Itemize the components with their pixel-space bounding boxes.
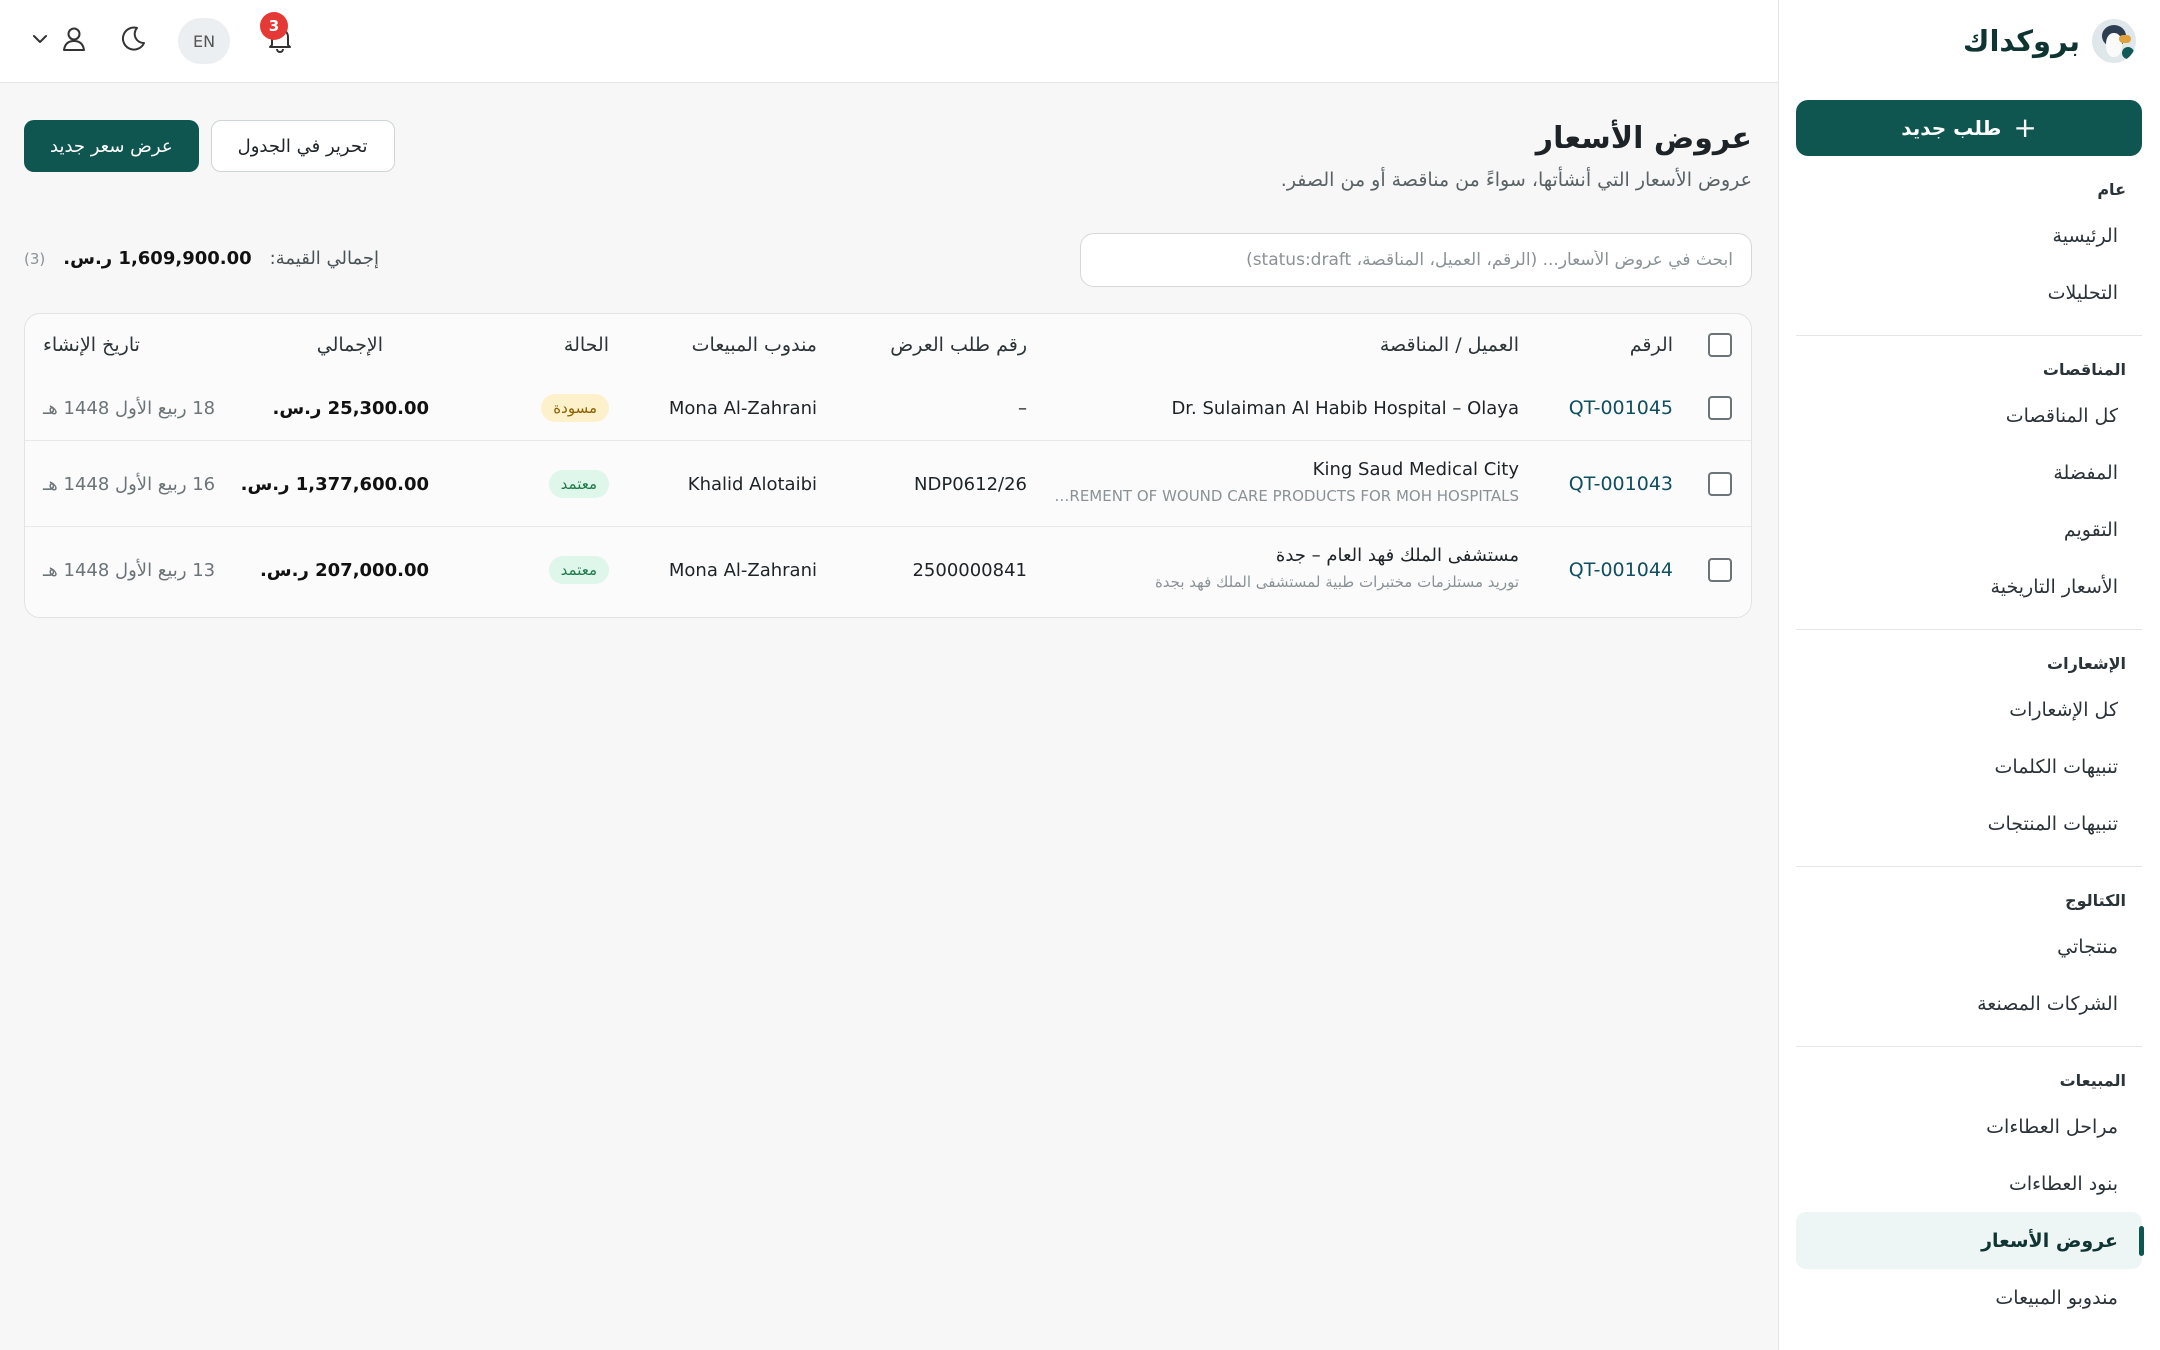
sidebar-item-sales-reps[interactable]: مندوبو المبيعات [1796, 1269, 2142, 1326]
sidebar-nav: عام الرئيسية التحليلات المناقصات كل المن… [1796, 170, 2144, 1350]
nav-section-title: المبيعات [2059, 1071, 2126, 1090]
column-header-number[interactable]: الرقم [1630, 314, 1673, 376]
column-header-total[interactable]: الإجمالي [317, 314, 383, 376]
sidebar-item-bid-items[interactable]: بنود العطاءات [1796, 1155, 2142, 1212]
sidebar-item-bid-stages[interactable]: مراحل العطاءات [1796, 1098, 2142, 1155]
main-content: عروض الأسعار عروض الأسعار التي أنشأتها، … [0, 83, 1778, 1350]
sidebar: بروكداك + طلب جديد عام الرئيسية التحليلا… [1778, 0, 2160, 1350]
sidebar-item-my-products[interactable]: منتجاتي [1796, 918, 2142, 975]
new-quote-button[interactable]: عرض سعر جديد [24, 120, 199, 172]
sidebar-item-quotes[interactable]: عروض الأسعار [1796, 1212, 2144, 1269]
topbar-tools: EN 3 [30, 12, 300, 64]
column-header-rep[interactable]: مندوب المبيعات [692, 314, 817, 376]
table-row[interactable]: QT-001043 King Saud Medical City …REMENT… [25, 440, 1751, 526]
row-total: 25,300.00 ر.س. [272, 397, 429, 419]
total-label: إجمالي القيمة: [269, 248, 380, 269]
total-summary: إجمالي القيمة: 1,609,900.00 ر.س. (3) [24, 248, 379, 269]
nav-section-general: عام الرئيسية التحليلات [1796, 170, 2142, 336]
created-date: 18 ربيع الأول 1448 هـ [43, 397, 216, 419]
rfq-number: NDP0612/26 [914, 473, 1027, 495]
row-checkbox[interactable] [1708, 472, 1732, 496]
select-all-checkbox[interactable] [1708, 333, 1732, 357]
nav-section-notifications: الإشعارات كل الإشعارات تنبيهات الكلمات ت… [1796, 644, 2142, 867]
table-row[interactable]: QT-001045 Dr. Sulaiman Al Habib Hospital… [25, 376, 1751, 440]
sidebar-item-historical-prices[interactable]: الأسعار التاريخية [1796, 558, 2142, 615]
row-total: 1,377,600.00 ر.س. [240, 473, 429, 495]
sales-rep: Mona Al-Zahrani [668, 397, 817, 419]
column-header-status[interactable]: الحالة [564, 314, 609, 376]
nav-section-title: المناقصات [2042, 360, 2126, 379]
column-header-created[interactable]: تاريخ الإنشاء [43, 314, 140, 376]
quotes-table: الرقم العميل / المناقصة رقم طلب العرض من… [24, 313, 1752, 618]
created-date: 16 ربيع الأول 1448 هـ [43, 473, 216, 495]
edit-in-table-button[interactable]: تحرير في الجدول [210, 120, 395, 172]
nav-section-catalog: الكتالوج منتجاتي الشركات المصنعة [1796, 881, 2142, 1047]
user-icon [60, 25, 88, 57]
page-actions: عرض سعر جديد تحرير في الجدول [24, 120, 395, 172]
tender-title: توريد مستلزمات مختبرات طبية لمستشفى المل… [1154, 573, 1519, 591]
quote-number-link[interactable]: QT-001043 [1569, 441, 1673, 527]
brand-logo [2092, 19, 2136, 63]
status-badge: معتمد [548, 556, 609, 584]
notification-badge: 3 [260, 12, 288, 40]
sidebar-item-calendar[interactable]: التقويم [1796, 501, 2142, 558]
user-menu[interactable] [30, 25, 88, 57]
client-name: Dr. Sulaiman Al Habib Hospital – Olaya [1171, 397, 1519, 419]
column-header-rfq[interactable]: رقم طلب العرض [890, 314, 1027, 376]
sidebar-item-manufacturers[interactable]: الشركات المصنعة [1796, 975, 2142, 1032]
total-count: (3) [24, 249, 46, 268]
client-name: King Saud Medical City [1312, 458, 1519, 480]
sidebar-item-all-tenders[interactable]: كل المناقصات [1796, 387, 2142, 444]
new-request-button[interactable]: + طلب جديد [1796, 100, 2142, 156]
brand[interactable]: بروكداك [1779, 0, 2160, 82]
table-row[interactable]: QT-001044 مستشفى الملك فهد العام – جدة ت… [25, 526, 1751, 612]
search-input[interactable] [1080, 233, 1752, 287]
table-header: الرقم العميل / المناقصة رقم طلب العرض من… [25, 314, 1751, 376]
nav-section-tenders: المناقصات كل المناقصات المفضلة التقويم ا… [1796, 350, 2142, 630]
total-value: 1,609,900.00 ر.س. [63, 248, 252, 269]
row-checkbox[interactable] [1708, 558, 1732, 582]
status-badge: معتمد [548, 470, 609, 498]
column-header-client[interactable]: العميل / المناقصة [1380, 314, 1519, 376]
status-badge: مسودة [541, 394, 609, 422]
quote-number-link[interactable]: QT-001044 [1569, 527, 1673, 613]
rfq-number: – [1018, 397, 1027, 419]
client-name: مستشفى الملك فهد العام – جدة [1275, 544, 1519, 566]
sales-rep: Khalid Alotaibi [687, 473, 817, 495]
tender-title: …REMENT OF WOUND CARE PRODUCTS FOR MOH H… [1054, 487, 1519, 505]
moon-icon [118, 24, 148, 58]
nav-section-title: عام [2097, 180, 2126, 199]
plus-icon: + [2013, 111, 2037, 144]
row-checkbox[interactable] [1708, 396, 1732, 420]
new-request-label: طلب جديد [1901, 116, 2002, 140]
sidebar-item-product-alerts[interactable]: تنبيهات المنتجات [1796, 795, 2142, 852]
nav-section-title: الإشعارات [2047, 654, 2126, 673]
chevron-down-icon [30, 29, 50, 53]
sidebar-item-home[interactable]: الرئيسية [1796, 207, 2142, 264]
theme-toggle[interactable] [118, 24, 148, 58]
page-title: عروض الأسعار [1535, 121, 1752, 156]
nav-section-sales: المبيعات مراحل العطاءات بنود العطاءات عر… [1796, 1061, 2144, 1340]
sidebar-item-all-notifications[interactable]: كل الإشعارات [1796, 681, 2142, 738]
nav-section-title: الكتالوج [2065, 891, 2126, 910]
notifications-button[interactable]: 3 [260, 12, 300, 64]
sidebar-item-keyword-alerts[interactable]: تنبيهات الكلمات [1796, 738, 2142, 795]
language-toggle[interactable]: EN [178, 18, 230, 64]
sidebar-item-analytics[interactable]: التحليلات [1796, 264, 2142, 321]
sidebar-item-favorites[interactable]: المفضلة [1796, 444, 2142, 501]
sales-rep: Mona Al-Zahrani [668, 559, 817, 581]
page-subtitle: عروض الأسعار التي أنشأتها، سواءً من مناق… [1280, 169, 1752, 191]
row-total: 207,000.00 ر.س. [259, 559, 429, 581]
brand-name: بروكداك [1962, 24, 2080, 58]
topbar: EN 3 [0, 0, 1778, 83]
created-date: 13 ربيع الأول 1448 هـ [43, 559, 216, 581]
quote-number-link[interactable]: QT-001045 [1569, 376, 1673, 440]
rfq-number: 2500000841 [912, 559, 1027, 581]
